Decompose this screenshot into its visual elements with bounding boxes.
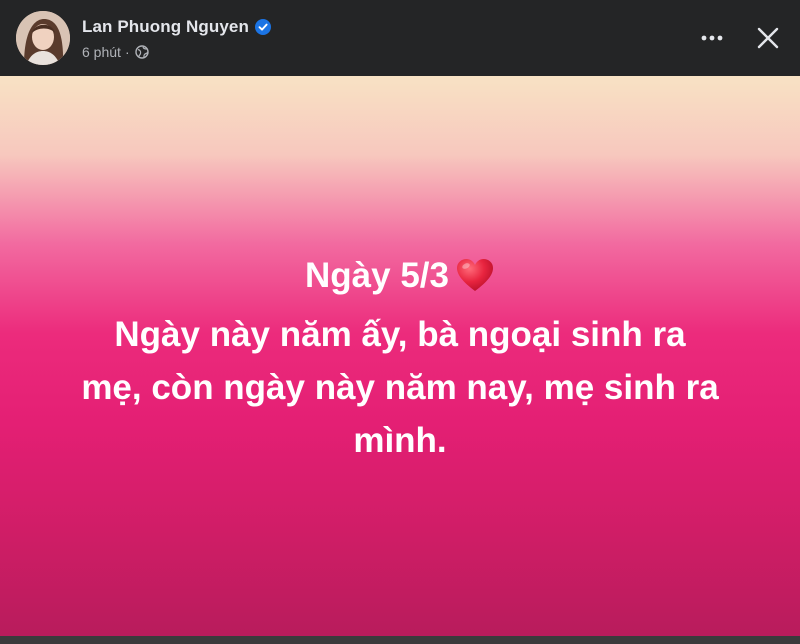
post-text-date: Ngày 5/3 — [305, 256, 449, 295]
post-text-line-4: mình. — [353, 421, 447, 460]
post-header: Lan Phuong Nguyen 6 phút · — [0, 0, 800, 76]
globe-icon[interactable] — [134, 44, 149, 59]
post-text-line-3: mẹ, còn ngày này năm nay, mẹ sinh ra — [81, 368, 719, 407]
post-text-line-2: Ngày này năm ấy, bà ngoại sinh ra — [114, 315, 686, 354]
author-block: Lan Phuong Nguyen 6 phút · — [82, 17, 271, 60]
post-background: Ngày 5/3 Ngày này năm ấy, bà ngoại sinh … — [0, 76, 800, 636]
post-text-line-1: Ngày 5/3 — [30, 249, 770, 308]
bottom-divider — [0, 636, 800, 644]
author-name[interactable]: Lan Phuong Nguyen — [82, 17, 249, 37]
header-actions — [700, 24, 782, 52]
post-meta: 6 phút · — [82, 44, 271, 60]
avatar[interactable] — [16, 11, 70, 65]
meta-separator: · — [124, 43, 130, 60]
avatar-image — [16, 11, 70, 65]
verified-badge-icon — [254, 18, 271, 35]
post-body-text: Ngày 5/3 Ngày này năm ấy, bà ngoại sinh … — [30, 249, 770, 467]
author-row: Lan Phuong Nguyen — [82, 17, 271, 37]
close-icon[interactable] — [754, 24, 782, 52]
post-timestamp[interactable]: 6 phút — [82, 44, 121, 60]
heart-icon — [455, 255, 495, 308]
more-options-icon[interactable] — [700, 26, 724, 50]
